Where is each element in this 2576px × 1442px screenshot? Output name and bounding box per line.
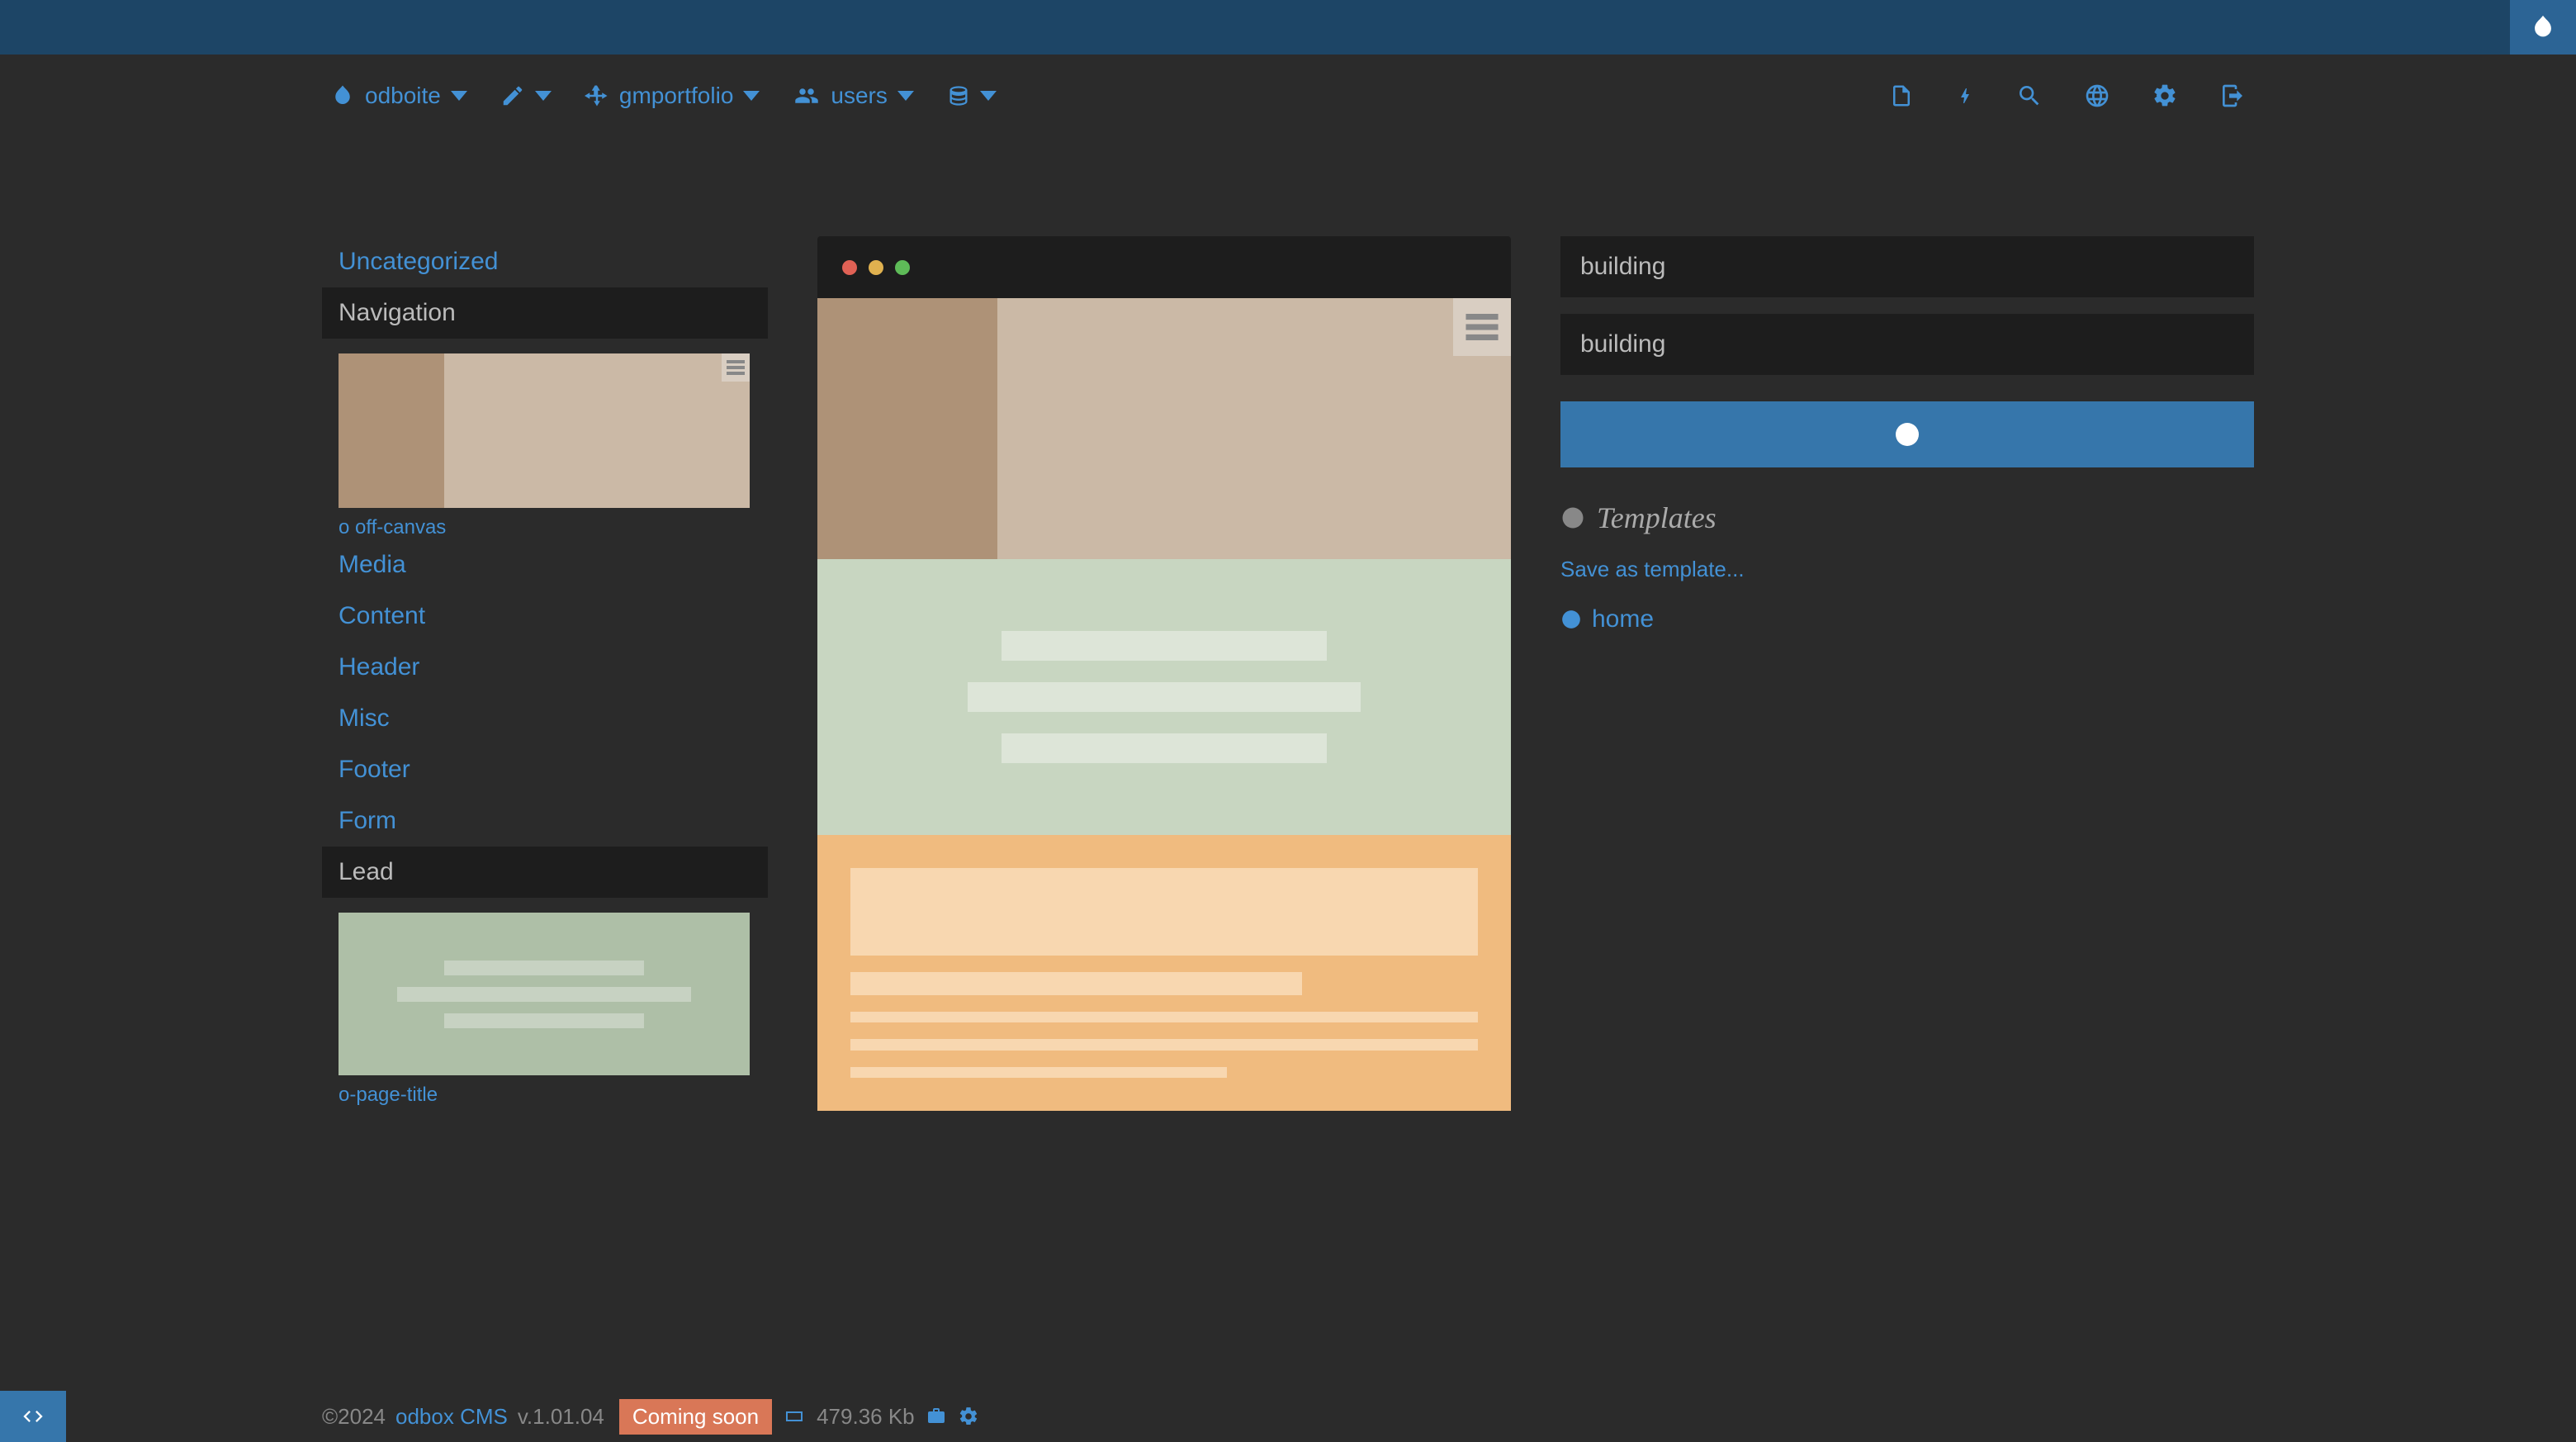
window-min-dot bbox=[869, 260, 883, 275]
caret-down-icon bbox=[897, 91, 914, 101]
nav-users-label: users bbox=[831, 83, 887, 109]
category-media[interactable]: Media bbox=[322, 539, 768, 591]
category-navigation[interactable]: Navigation bbox=[322, 287, 768, 339]
footer-size: 479.36 Kb bbox=[817, 1404, 915, 1430]
nav-bar: odboite gmportfolio users bbox=[0, 55, 2576, 137]
sidebar: Uncategorized Navigation o off-canvas Me… bbox=[322, 236, 768, 1111]
nav-users-dropdown[interactable]: users bbox=[793, 83, 913, 109]
globe-icon[interactable] bbox=[2084, 83, 2110, 109]
widget-thumb-label: o-page-title bbox=[339, 1084, 750, 1107]
footer: ©2024 odbox CMS v.1.01.04 Coming soon 47… bbox=[0, 1391, 2576, 1442]
footer-badge: Coming soon bbox=[619, 1399, 772, 1435]
caret-down-icon bbox=[743, 91, 760, 101]
preview-section-lead[interactable] bbox=[817, 559, 1511, 835]
footer-cms-link[interactable]: odbox CMS bbox=[395, 1404, 508, 1430]
code-toggle-button[interactable] bbox=[0, 1391, 66, 1442]
widget-thumb-off-canvas[interactable]: o off-canvas bbox=[339, 353, 750, 539]
gear-icon[interactable] bbox=[958, 1406, 979, 1427]
hamburger-icon bbox=[1453, 298, 1511, 356]
slug-input[interactable] bbox=[1560, 314, 2254, 375]
bolt-icon[interactable] bbox=[1955, 82, 1975, 110]
category-header[interactable]: Header bbox=[322, 642, 768, 693]
name-input[interactable] bbox=[1560, 236, 2254, 297]
window-close-dot bbox=[842, 260, 857, 275]
nav-site-label: gmportfolio bbox=[619, 83, 734, 109]
category-footer[interactable]: Footer bbox=[322, 744, 768, 795]
template-item-home[interactable]: home bbox=[1560, 605, 2254, 633]
right-panel: Templates Save as template... home bbox=[1560, 236, 2254, 1111]
gear-icon[interactable] bbox=[2152, 83, 2178, 109]
canvas-preview bbox=[817, 236, 1511, 1111]
category-lead[interactable]: Lead bbox=[322, 847, 768, 898]
category-uncategorized[interactable]: Uncategorized bbox=[322, 236, 768, 287]
file-icon[interactable] bbox=[1889, 82, 1914, 110]
templates-heading: Templates bbox=[1560, 500, 2254, 535]
save-as-template-link[interactable]: Save as template... bbox=[1560, 557, 2254, 582]
logout-icon[interactable] bbox=[2219, 83, 2246, 109]
nav-database-dropdown[interactable] bbox=[947, 83, 997, 108]
hamburger-icon bbox=[722, 353, 750, 382]
category-misc[interactable]: Misc bbox=[322, 693, 768, 744]
top-bar bbox=[0, 0, 2576, 55]
category-form[interactable]: Form bbox=[322, 795, 768, 847]
nav-edit-dropdown[interactable] bbox=[500, 83, 552, 108]
save-button[interactable] bbox=[1560, 401, 2254, 467]
nav-brand-dropdown[interactable]: odboite bbox=[330, 83, 467, 109]
nav-site-dropdown[interactable]: gmportfolio bbox=[585, 83, 760, 109]
window-chrome bbox=[817, 236, 1511, 298]
widget-thumb-page-title[interactable]: o-page-title bbox=[339, 913, 750, 1107]
caret-down-icon bbox=[535, 91, 552, 101]
preview-section-content[interactable] bbox=[817, 835, 1511, 1111]
widget-thumb-label: o off-canvas bbox=[339, 516, 750, 539]
nav-brand-label: odboite bbox=[365, 83, 441, 109]
caret-down-icon bbox=[451, 91, 467, 101]
category-content[interactable]: Content bbox=[322, 591, 768, 642]
spinner-icon bbox=[1896, 423, 1919, 446]
toolbox-icon[interactable] bbox=[925, 1406, 948, 1426]
preview-section-nav[interactable] bbox=[817, 298, 1511, 559]
drupal-icon[interactable] bbox=[2510, 0, 2576, 55]
footer-copyright: ©2024 bbox=[322, 1404, 386, 1430]
memory-icon bbox=[782, 1406, 807, 1426]
search-icon[interactable] bbox=[2016, 83, 2043, 109]
window-max-dot bbox=[895, 260, 910, 275]
footer-version: v.1.01.04 bbox=[518, 1404, 604, 1430]
caret-down-icon bbox=[980, 91, 997, 101]
